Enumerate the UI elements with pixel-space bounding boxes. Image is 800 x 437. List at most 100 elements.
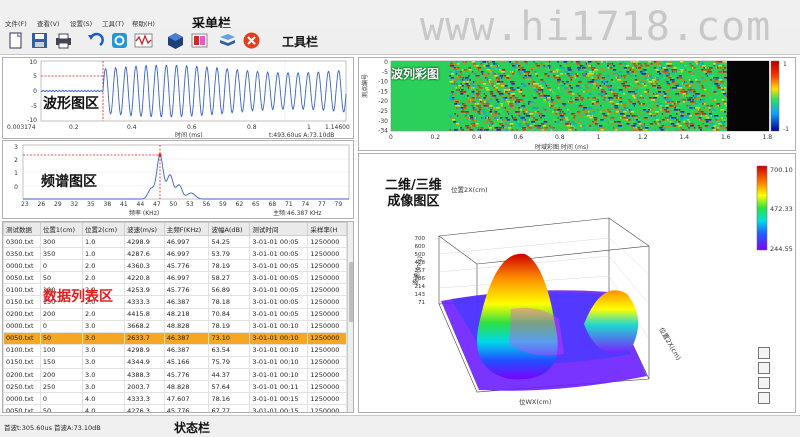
table-cell: 0050.txt (3, 271, 41, 285)
menu-tools[interactable]: 工具(T) (102, 18, 124, 28)
table-row[interactable]: 0150.txt 150 3.0 4344.9 45.166 75.79 3-01-01 0… (3, 355, 347, 370)
bscan-cell (527, 111, 531, 113)
scrollbar-thumb[interactable] (349, 262, 353, 322)
table-row[interactable]: 0050.txt 50 2.0 4220.8 46.997 58.27 3-01-01 00… (3, 271, 347, 285)
bscan-cell (469, 129, 474, 131)
bscan-ytick: -34 (378, 128, 388, 135)
print-icon[interactable] (54, 31, 73, 50)
bscan-cell (472, 109, 477, 111)
bscan-cell (700, 119, 703, 121)
table-row[interactable]: 0300.txt 300 1.0 4298.9 46.997 54.25 3-01-01 0… (3, 234, 347, 249)
bscan-cell (485, 129, 489, 131)
view-tool-icon[interactable] (758, 347, 770, 359)
bscan-cell (475, 65, 479, 67)
settings-icon[interactable] (110, 31, 129, 50)
bscan-cell (493, 95, 497, 97)
bscan-cell (553, 73, 556, 75)
table-row[interactable]: 0050.txt 50 4.0 4276.3 45.776 67.77 3-01-01 00… (3, 404, 347, 412)
bscan-cell (517, 87, 520, 89)
table-cell: 45.776 (163, 404, 210, 412)
cube-icon[interactable] (166, 31, 185, 50)
bscan-cell (489, 81, 494, 83)
bscan-cell (658, 65, 662, 67)
bscan-cell (449, 97, 452, 99)
table-row[interactable]: 0250.txt 250 3.0 2003.7 48.828 57.64 3-01-01 0… (3, 380, 347, 394)
menu-help[interactable]: 帮助(H) (132, 18, 155, 28)
table-row[interactable]: 0200.txt 200 2.0 4415.8 48.218 70.84 3-01-01 0… (3, 307, 347, 321)
table-row[interactable]: 0000.txt 0 2.0 4360.3 45.776 78.19 3-01-01 00:… (3, 259, 347, 273)
bscan-cell (649, 97, 652, 99)
save-icon[interactable] (30, 31, 49, 50)
rotate-tool-icon[interactable] (758, 362, 770, 374)
wave-xtick: 0.003174 (7, 124, 36, 131)
bscan-cell (621, 129, 625, 131)
bscan-cell (656, 105, 659, 107)
close-icon[interactable] (242, 31, 261, 50)
bscan-cell (661, 119, 665, 121)
bscan-cell (449, 81, 454, 83)
bscan-cell (529, 67, 533, 69)
bscan-cell (684, 81, 687, 83)
bscan-cell (674, 107, 676, 109)
svg-text:-1: -1 (783, 126, 789, 133)
menu-file[interactable]: 文件(F) (5, 18, 27, 28)
bscan-cell (542, 63, 545, 65)
bscan-cell (644, 117, 648, 119)
table-header-cell[interactable]: 波幅A(dB) (208, 222, 251, 236)
bscan-cell (702, 123, 704, 125)
bscan-cell (463, 81, 465, 83)
table-cell: 3-01-01 00:11 (249, 380, 309, 394)
bscan-cell (587, 73, 591, 75)
bscan-cell (469, 87, 471, 89)
zoom-tool-icon[interactable] (758, 377, 770, 389)
table-row[interactable]: 0200.txt 200 3.0 4388.3 45.776 44.37 3-01-01 0… (3, 368, 347, 382)
menu-view[interactable]: 查看(V) (37, 18, 60, 28)
bscan-cell (711, 111, 715, 113)
bscan-cell (514, 101, 517, 103)
waveform-icon[interactable] (134, 31, 153, 50)
table-header-cell[interactable]: 波速(m/s) (124, 222, 165, 236)
table-scrollbar[interactable] (347, 222, 353, 412)
bscan-cell (685, 85, 689, 87)
bscan-cell (712, 77, 715, 79)
bscan-cell (661, 77, 663, 79)
table-header-cell[interactable]: 测试数据 (3, 222, 41, 236)
bscan-cell (602, 91, 605, 93)
table-header-cell[interactable]: 位置2(cm) (82, 222, 126, 236)
bscan-cell (658, 121, 660, 123)
table-cell: 4388.3 (124, 368, 165, 382)
bscan-cell (708, 93, 711, 95)
new-icon[interactable] (6, 31, 25, 50)
bscan-cell (701, 77, 704, 79)
book-icon[interactable] (218, 31, 237, 50)
wave-ytick: -10 (27, 117, 37, 124)
color-icon[interactable] (190, 31, 209, 50)
bscan-cell (580, 65, 583, 67)
bscan-cell (460, 93, 464, 95)
table-row[interactable]: 0050.txt 50 3.0 2633.7 46.387 73.10 3-01-01 00… (3, 331, 347, 345)
bscan-cell (688, 71, 692, 73)
menu-settings[interactable]: 设置(S) (70, 18, 92, 28)
table-row[interactable]: 0350.txt 350 1.0 4287.6 46.997 53.79 3-01-01 0… (3, 247, 347, 261)
table-header-cell[interactable]: 测试时间 (249, 222, 309, 236)
table-header-cell[interactable]: 位置1(cm) (39, 222, 84, 236)
table-row[interactable]: 0000.txt 0 3.0 3668.2 48.828 78.19 3-01-01 00:… (3, 319, 347, 333)
bscan-cell (573, 99, 575, 101)
bscan-cell (577, 121, 582, 123)
table-cell: 4298.9 (124, 234, 165, 249)
undo-icon[interactable] (86, 31, 105, 50)
table-row[interactable]: 0100.txt 100 3.0 4298.9 46.387 63.54 3-01-01 0… (3, 343, 347, 357)
bscan-cell (458, 85, 462, 87)
table-header-cell[interactable]: 主频F(KHz) (163, 222, 210, 236)
bscan-cell (514, 99, 516, 101)
bscan-cell (475, 127, 477, 129)
table-header-cell[interactable]: 采样率(H (307, 222, 347, 236)
bscan-cell (614, 95, 618, 97)
bscan-cell (715, 103, 717, 105)
bscan-cell (552, 111, 554, 113)
reset-tool-icon[interactable] (758, 392, 770, 404)
bscan-cell (514, 87, 517, 89)
table-cell: 54.25 (208, 234, 251, 249)
table-row[interactable]: 0000.txt 0 4.0 4333.3 47.607 78.16 3-01-01 00:… (3, 392, 347, 406)
bscan-cell (612, 69, 617, 71)
